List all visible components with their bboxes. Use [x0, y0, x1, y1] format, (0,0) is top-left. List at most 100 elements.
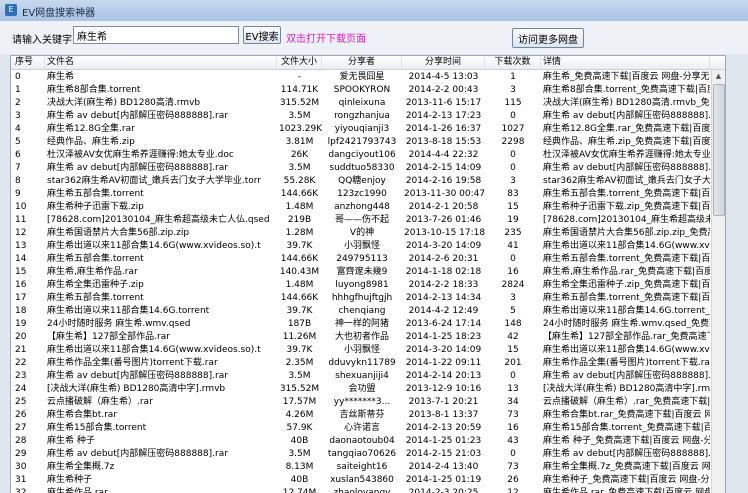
- row-details: 麻生希作品.rar_免费高速下载|百度云 网盘-分享: [543, 488, 710, 493]
- row-share-time: 2014-4-2 12:49: [408, 306, 479, 316]
- ev-search-button[interactable]: EV搜索: [243, 26, 281, 44]
- row-index: 7: [15, 163, 21, 173]
- row-download-count: 1: [510, 72, 516, 82]
- row-details: 麻生希种子_免费高速下载|百度云 网盘-分享无限: [543, 475, 710, 485]
- column-header-details[interactable]: 详情: [541, 56, 710, 69]
- row-filesize: 3.5M: [288, 449, 311, 459]
- row-share-time: 2014-2-6 20:31: [408, 254, 479, 264]
- table-row[interactable]: 0 麻生希 - 爱无畏囧星 2014-4-5 13:03 1 麻生希_免费高速下载|百度云 …: [11, 71, 725, 83]
- row-download-count: 2298: [501, 137, 525, 147]
- table-row[interactable]: 5 经典作品、麻生希.zip 3.81M lpf2421793743 2013-8-18…: [11, 136, 725, 148]
- row-sharer: yy*******3...: [333, 397, 391, 407]
- row-details: 麻生希合集bt.rar_免费高速下载|百度云 网盘: [543, 410, 710, 420]
- row-sharer: 富齊邃未幾9: [336, 267, 388, 277]
- row-index: 31: [15, 475, 27, 485]
- table-row[interactable]: 1 麻生希8部合集.torrent 114.71K SPOOKYRON 2014-2-2…: [11, 84, 725, 96]
- table-row[interactable]: 7 麻生希 av debut[内部解压密码888888].rar 3.5M suddt…: [11, 162, 725, 174]
- row-index: 32: [15, 488, 27, 493]
- column-header-filesize[interactable]: 文件大小: [277, 56, 322, 69]
- table-row[interactable]: 4 麻生希12.8G全集.rar 1023.29K yiyouqianji3 2014-…: [11, 123, 725, 135]
- table-row[interactable]: 30 麻生希全集概.7z 8.13M saiteight16 2014-2-4 13:4…: [11, 461, 725, 473]
- table-row[interactable]: 18 麻生希出道以来11部合集14.6G.torrent 39.7K chenqian…: [11, 305, 725, 317]
- row-share-time: 2014-2-4 13:40: [408, 462, 479, 472]
- row-share-time: 2014-2-2 00:43: [408, 85, 479, 95]
- column-header-sharer[interactable]: 分享者: [322, 56, 402, 69]
- table-row[interactable]: 12 麻生希国语禁片大合集56部.zip.zip 1.28M V的神 2013-10-1…: [11, 227, 725, 239]
- row-details: 麻生希种子迅雷下载.zip_免费高速下载|百度云: [543, 202, 710, 212]
- scroll-up-icon[interactable]: ▲: [713, 71, 724, 82]
- row-sharer: yiyouqianji3: [334, 124, 390, 134]
- row-share-time: 2013-8-1 13:37: [408, 410, 479, 420]
- row-details: 麻生希五部合集.torrent_免费高速下载|百度云: [543, 293, 710, 303]
- column-header-share-time[interactable]: 分享时间: [402, 56, 485, 69]
- results-table[interactable]: 序号 文件名 文件大小 分享者 分享时间 下载次数 详情 0 麻生希 - 爱无畏囧星 2…: [10, 55, 726, 493]
- row-download-count: 26: [507, 475, 519, 485]
- table-row[interactable]: 21 麻生希出道以来11部合集14.6G(www.xvideos.so).t 39.…: [11, 344, 725, 356]
- scroll-thumb[interactable]: [713, 84, 725, 216]
- table-row[interactable]: 26 麻生希合集bt.rar 4.26M 吉丝斯蒂芬 2013-8-1 13:37 73 麻…: [11, 409, 725, 421]
- row-index: 11: [15, 215, 27, 225]
- table-row[interactable]: 24 [决战大洋(麻生希) BD1280高清中字].rmvb 315.52M 会功盟 2…: [11, 383, 725, 395]
- row-sharer: 小羽飘怪: [343, 241, 380, 251]
- row-download-count: 43: [507, 436, 519, 446]
- row-index: 16: [15, 280, 27, 290]
- row-filesize: 3.5M: [288, 111, 311, 121]
- row-sharer: xuslan543860: [330, 475, 394, 485]
- table-row[interactable]: 22 麻生希作品全集(番号图片)torrent下载.rar 2.35M dduvykn…: [11, 357, 725, 369]
- row-sharer: rongzhanjua: [334, 111, 390, 121]
- table-row[interactable]: 28 麻生希 种子 40B daonaotoub04 2014-1-25 01:23 43…: [11, 435, 725, 447]
- open-download-page-link[interactable]: 双击打开下载页面: [286, 30, 366, 45]
- table-row[interactable]: 16 麻生希全集迅雷种子.zip 1.48M luyong8981 2014-2-2 1…: [11, 279, 725, 291]
- vertical-scrollbar[interactable]: ▲: [711, 70, 725, 493]
- table-row[interactable]: 27 麻生希15部合集.torrent 57.9K 心许诺言 2014-2-13 20:…: [11, 422, 725, 434]
- row-filename: 麻生希 av debut[内部解压密码888888].rar: [47, 163, 228, 173]
- table-row[interactable]: 23 麻生希 av debut[内部解压密码888888].rar 3.5M shex…: [11, 370, 725, 382]
- table-row[interactable]: 3 麻生希 av debut[内部解压密码888888].rar 3.5M rongz…: [11, 110, 725, 122]
- column-header-download-count[interactable]: 下载次数: [485, 56, 541, 69]
- window-title: EV网盘搜索神器: [22, 8, 96, 19]
- row-filesize: 55.28K: [283, 176, 316, 186]
- row-filename: 麻生希出道以来11部合集14.6G(www.xvideos.so).t: [47, 241, 261, 251]
- keyword-input[interactable]: [73, 26, 239, 44]
- row-filename: 麻生希五部合集.torrent: [47, 189, 144, 199]
- table-row[interactable]: 8 star362麻生希AV初面试_嫩兵去门女子大学毕业.torr 55.28K QQ…: [11, 175, 725, 187]
- table-row[interactable]: 13 麻生希出道以来11部合集14.6G(www.xvideos.so).t 39.…: [11, 240, 725, 252]
- row-sharer: QQ糖enjoy: [338, 176, 386, 186]
- table-row[interactable]: 15 麻生希,麻生希作品.rar 140.43M 富齊邃未幾9 2014-1-18 02…: [11, 266, 725, 278]
- row-details: 麻生希 av debut[内部解压密码888888].rar_免: [543, 163, 710, 173]
- more-netdisk-button[interactable]: 访问更多网盘: [512, 28, 584, 48]
- row-share-time: 2013-8-18 15:53: [405, 137, 482, 147]
- table-row[interactable]: 31 麻生希种子 40B xuslan543860 2014-1-25 01:19 26 麻…: [11, 474, 725, 486]
- row-filesize: 144.66K: [280, 189, 319, 199]
- table-row[interactable]: 14 麻生希五部合集.torrent 144.66K 249795113 2014-2-…: [11, 253, 725, 265]
- table-row[interactable]: 20 【麻生希】127部全部作品.rar 11.26M 大也初者作品 2014-1-25…: [11, 331, 725, 343]
- row-index: 27: [15, 423, 27, 433]
- column-header-filename[interactable]: 文件名: [45, 56, 277, 69]
- row-filename: 麻生希出道以来11部合集14.6G(www.xvideos.so).t: [47, 345, 261, 355]
- row-download-count: 3: [510, 293, 516, 303]
- table-row[interactable]: 17 麻生希五部合集.torrent 144.66K hhhgfhujftgjh 201…: [11, 292, 725, 304]
- table-row[interactable]: 9 麻生希五部合集.torrent 144.66K 123zc1990 2013-11-…: [11, 188, 725, 200]
- table-row[interactable]: 32 麻生希作品.rar 12.74M zhaoloyangy 2014-2-3 20:…: [11, 487, 725, 493]
- table-row[interactable]: 2 决战大洋(麻生希) BD1280高清.rmvb 315.52M qinleixun…: [11, 97, 725, 109]
- row-details: 麻生希 种子_免费高速下载|百度云 网盘-分享无: [543, 436, 710, 446]
- row-filename: 麻生希全集迅雷种子.zip: [47, 280, 144, 290]
- table-row[interactable]: 25 云点播破解（麻生希）.rar 17.57M yy*******3... 2013-…: [11, 396, 725, 408]
- table-row[interactable]: 19 24小时随时服务 麻生希.wmv.qsed 187B 神一样的阿猪 2013-6-…: [11, 318, 725, 330]
- table-row[interactable]: 11 [78628.com]20130104_麻生希超高级未亡人仏.qsed 219…: [11, 214, 725, 226]
- row-filename: 决战大洋(麻生希) BD1280高清.rmvb: [47, 98, 201, 108]
- row-details: 麻生希8部合集.torrent_免费高速下载|百度云: [543, 85, 710, 95]
- row-index: 30: [15, 462, 27, 472]
- row-download-count: 16: [507, 423, 519, 433]
- row-download-count: 12: [507, 488, 519, 493]
- table-row[interactable]: 29 麻生希 av debut[内部解压密码888888].rar 3.5M tang…: [11, 448, 725, 460]
- row-download-count: 201: [504, 358, 522, 368]
- table-row[interactable]: 6 杜汉泽被AV女优麻生希养涯赚得:她太专业.doc 26K dangciyout10…: [11, 149, 725, 161]
- table-row[interactable]: 10 麻生希种子迅雷下载.zip 1.48M anzhong448 2014-2-1 2…: [11, 201, 725, 213]
- column-header-index[interactable]: 序号: [11, 56, 45, 69]
- table-header: 序号 文件名 文件大小 分享者 分享时间 下载次数 详情: [11, 56, 725, 70]
- row-share-time: 2014-4-5 13:03: [408, 72, 479, 82]
- row-index: 23: [15, 371, 27, 381]
- row-share-time: 2013-12-9 10:16: [405, 384, 482, 394]
- row-details: 麻生希全集迅雷种子.zip_免费高速下载|百度云: [543, 280, 710, 290]
